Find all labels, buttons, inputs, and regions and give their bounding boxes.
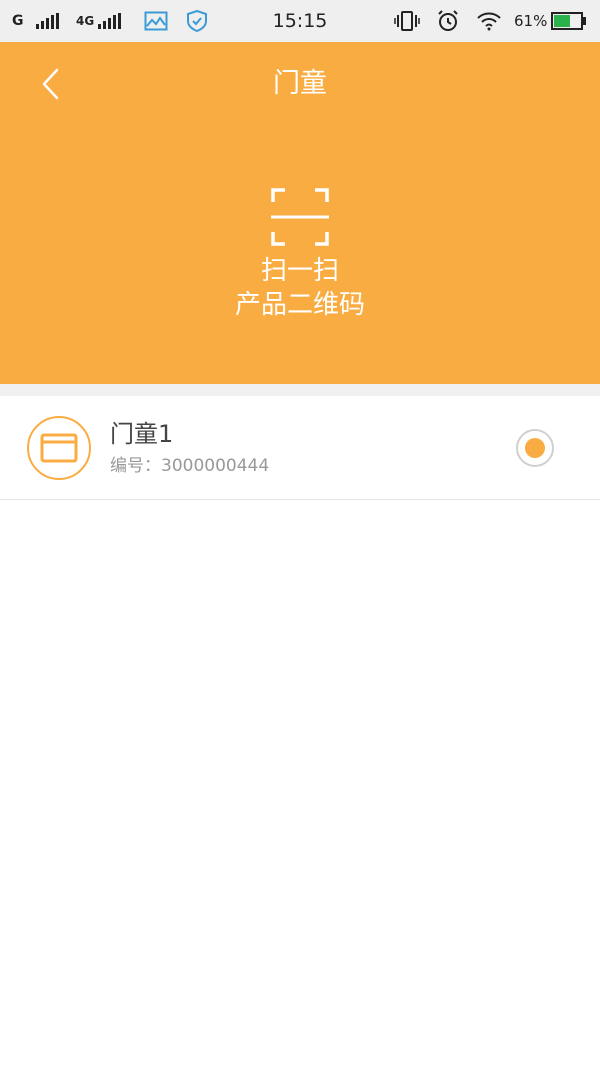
wifi-icon [476, 0, 502, 42]
scan-title: 扫一扫 [260, 256, 339, 286]
radio-selected-dot [525, 438, 545, 458]
battery-percent: 61% [514, 12, 548, 30]
vibrate-icon [394, 0, 420, 42]
section-divider [0, 384, 600, 396]
signal-icon [98, 0, 121, 42]
signal-icon [36, 0, 59, 42]
shield-icon [186, 0, 208, 42]
scan-subtitle: 产品二维码 [234, 290, 365, 320]
network-type-label: 4G [76, 14, 95, 28]
status-bar: G 4G 15:15 61% [0, 0, 600, 42]
scan-qr-button[interactable]: 扫一扫 产品二维码 [200, 182, 400, 332]
device-id-value: 3000000444 [161, 456, 270, 476]
battery-icon [551, 0, 587, 42]
carrier-label: G [12, 13, 24, 29]
alarm-icon [436, 0, 460, 42]
device-screen-icon [27, 416, 91, 480]
device-select-radio[interactable] [516, 429, 554, 467]
list-item[interactable]: 门童1 编号：3000000444 [0, 396, 600, 500]
device-name: 门童1 [110, 420, 174, 448]
scan-icon [271, 188, 329, 246]
header: 门童 扫一扫 产品二维码 [0, 42, 600, 384]
photo-icon [144, 0, 168, 42]
device-id: 编号：3000000444 [110, 454, 269, 478]
device-id-label: 编号： [110, 456, 161, 476]
page-title: 门童 [273, 68, 327, 99]
